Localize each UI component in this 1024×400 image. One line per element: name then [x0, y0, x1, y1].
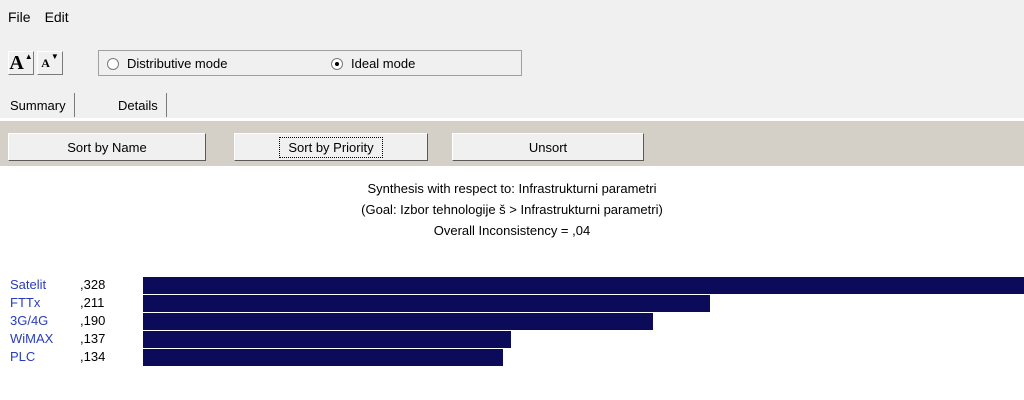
bar-value-label: ,134 [80, 349, 106, 364]
font-small-icon: A [41, 55, 50, 70]
sort-toolbar: Sort by Name Sort by Priority Unsort [0, 120, 1024, 166]
distributive-mode-radio[interactable]: Distributive mode [107, 56, 227, 71]
bar-row: FTTx ,211 [0, 294, 1024, 314]
mode-group: Distributive mode Ideal mode [98, 50, 522, 76]
bar [143, 349, 503, 366]
tab-bar: Summary Details [0, 90, 1024, 118]
bar-value-label: ,137 [80, 331, 106, 346]
tab-summary[interactable]: Summary [2, 93, 75, 117]
menu-file[interactable]: File [8, 9, 31, 25]
menu-edit[interactable]: Edit [45, 9, 69, 25]
synthesis-header: Synthesis with respect to: Infrastruktur… [0, 178, 1024, 241]
bar-row: Satelit ,328 [0, 276, 1024, 296]
up-arrow-icon: ▲ [24, 51, 33, 61]
down-arrow-icon: ▼ [50, 51, 59, 61]
bar-category-label: FTTx [10, 295, 41, 310]
sort-by-name-button[interactable]: Sort by Name [8, 133, 206, 161]
bar-value-label: ,328 [80, 277, 106, 292]
tab-details[interactable]: Details [110, 93, 167, 117]
distributive-mode-label: Distributive mode [127, 56, 228, 71]
sort-by-priority-label: Sort by Priority [279, 136, 383, 158]
bar-row: 3G/4G ,190 [0, 312, 1024, 332]
bar [143, 331, 511, 348]
synthesis-goal: (Goal: Izbor tehnologije š > Infrastrukt… [361, 202, 663, 217]
sort-by-priority-button[interactable]: Sort by Priority [234, 133, 428, 161]
bar-category-label: WiMAX [10, 331, 54, 346]
bar [143, 313, 653, 330]
toolbar: A ▲ A ▼ Distributive mode Ideal mode [0, 34, 1024, 90]
decrease-font-button[interactable]: A ▼ [37, 51, 63, 75]
synthesis-title: Synthesis with respect to: Infrastruktur… [367, 181, 657, 196]
bar-category-label: Satelit [10, 277, 47, 292]
ideal-mode-label: Ideal mode [351, 56, 416, 71]
bar-value-label: ,211 [80, 295, 105, 310]
bar [143, 295, 710, 312]
unsort-button[interactable]: Unsort [452, 133, 644, 161]
radio-on-icon [331, 57, 343, 70]
bar [143, 277, 1024, 294]
increase-font-button[interactable]: A ▲ [8, 51, 34, 75]
menu-bar: File Edit [0, 0, 1024, 34]
app-window: File Edit A ▲ A ▼ Distributive mode Ideal … [0, 0, 1024, 400]
ideal-mode-radio[interactable]: Ideal mode [331, 56, 415, 71]
bar-category-label: 3G/4G [10, 313, 49, 328]
radio-off-icon [107, 57, 119, 70]
bar-row: PLC ,134 [0, 348, 1024, 368]
overall-inconsistency: Overall Inconsistency = ,04 [433, 223, 591, 238]
bar-value-label: ,190 [80, 313, 106, 328]
bar-row: WiMAX ,137 [0, 330, 1024, 350]
font-large-icon: A [9, 51, 24, 74]
bar-category-label: PLC [10, 349, 36, 364]
